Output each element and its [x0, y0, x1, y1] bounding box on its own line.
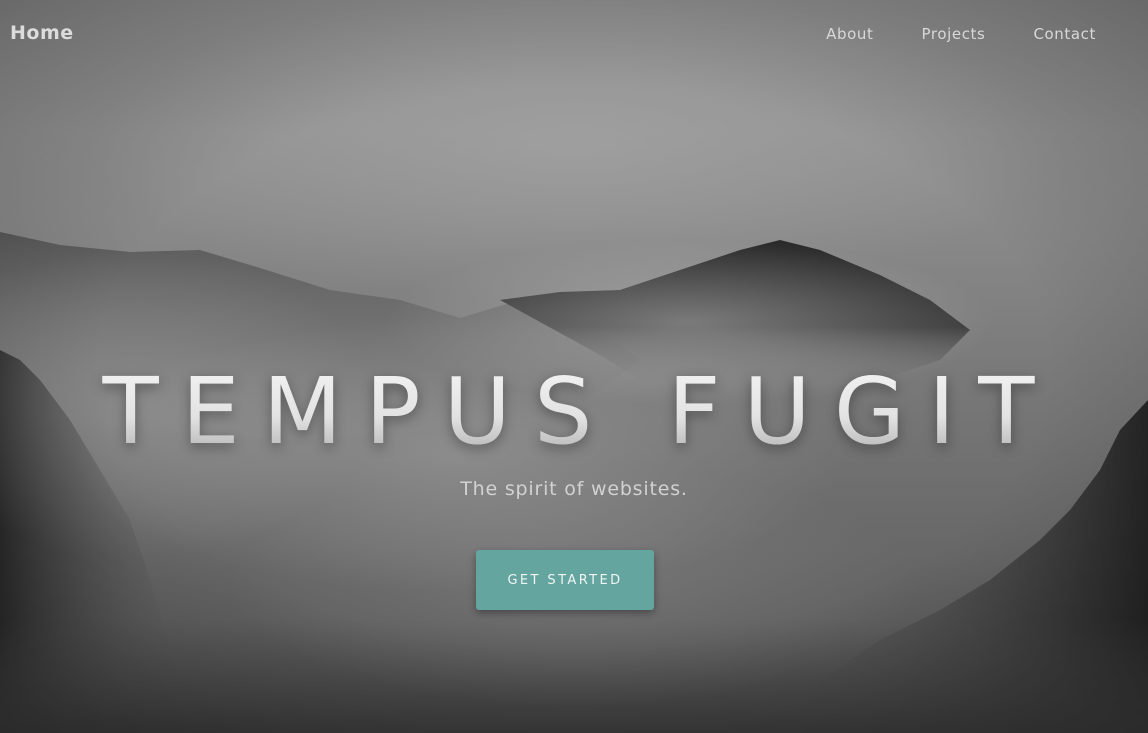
top-navigation: Home About Projects Contact — [0, 0, 1148, 70]
nav-home-link[interactable]: Home — [10, 22, 74, 44]
nav-projects-link[interactable]: Projects — [922, 25, 986, 43]
nav-links: About Projects Contact — [778, 25, 1096, 43]
hero-title: TEMPUS FUGIT — [0, 360, 1148, 464]
get-started-button[interactable]: GET STARTED — [476, 550, 654, 610]
hero-subtitle: The spirit of websites. — [460, 478, 688, 500]
nav-contact-link[interactable]: Contact — [1033, 25, 1096, 43]
hero-section: Home About Projects Contact TEMPUS FUGIT… — [0, 0, 1148, 733]
nav-about-link[interactable]: About — [826, 25, 873, 43]
